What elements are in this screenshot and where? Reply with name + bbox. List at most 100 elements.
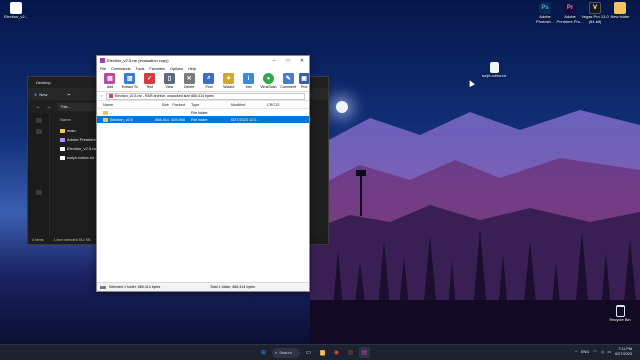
task-view-icon: ▭ bbox=[305, 350, 312, 356]
folder-icon bbox=[614, 2, 626, 14]
document-icon bbox=[10, 2, 22, 14]
find-icon: ⌕ bbox=[203, 73, 215, 84]
menu-commands[interactable]: Commands bbox=[111, 67, 130, 71]
extract-to-button[interactable]: ▥ Extract To bbox=[121, 73, 139, 89]
taskbar-search[interactable]: ⌕ Search bbox=[272, 347, 300, 358]
delete-icon: ✕ bbox=[183, 73, 195, 84]
info-button[interactable]: i Info bbox=[240, 73, 258, 89]
archive-icon bbox=[60, 146, 65, 151]
add-button[interactable]: ▤ Add bbox=[101, 73, 119, 89]
desktop-icon-new-folder[interactable]: New folder bbox=[606, 2, 634, 20]
premiere-icon: Pr bbox=[564, 2, 576, 14]
chrome-icon: ◉ bbox=[333, 350, 340, 356]
text-file-icon bbox=[60, 155, 65, 160]
clock[interactable]: 7:11 PM 6/27/2023 bbox=[615, 347, 632, 356]
view-button[interactable]: ▯ View bbox=[160, 73, 178, 89]
desktop-icon-photoshop[interactable]: Ps Adobe Photosh... bbox=[531, 2, 559, 24]
column-header-name[interactable]: Name bbox=[97, 103, 149, 107]
minimize-icon[interactable]: – bbox=[267, 56, 281, 65]
winrar-file-list: .. File folder Election_v2.5 665,414 525… bbox=[97, 109, 309, 263]
add-icon: ▤ bbox=[104, 73, 116, 84]
winrar-path-bar: ↑ Election_v2.5.rar - RAR archive, unpac… bbox=[97, 92, 309, 101]
new-button[interactable]: ⊕ New bbox=[34, 92, 47, 97]
cut-icon[interactable]: ✂ bbox=[67, 92, 70, 97]
system-tray: ^ ENG ◠ ◁ ▭ 7:11 PM 6/27/2023 bbox=[575, 347, 632, 356]
explorer-sidebar bbox=[28, 113, 50, 234]
protect-icon: ▣ bbox=[299, 73, 310, 84]
virusscan-icon: ● bbox=[262, 73, 274, 84]
back-arrow-icon[interactable]: ← bbox=[36, 104, 41, 109]
start-button[interactable]: ⊞ bbox=[258, 347, 269, 358]
search-icon: ⌕ bbox=[275, 350, 278, 355]
vegas-icon: V bbox=[589, 2, 601, 14]
volume-icon[interactable]: ◁ bbox=[601, 349, 604, 354]
winrar-icon bbox=[100, 58, 105, 63]
wifi-icon[interactable]: ◠ bbox=[593, 349, 596, 354]
file-explorer-taskbar-button[interactable]: ▆ bbox=[317, 347, 328, 358]
menu-favorites[interactable]: Favorites bbox=[149, 67, 165, 71]
column-header-packed[interactable]: Packed bbox=[171, 103, 187, 107]
explorer-address-bar[interactable]: This... bbox=[57, 102, 97, 111]
text-file-icon bbox=[489, 62, 499, 73]
sidebar-icon[interactable] bbox=[35, 129, 42, 134]
plus-icon: ⊕ bbox=[34, 91, 38, 97]
windows-logo-icon: ⊞ bbox=[260, 350, 267, 356]
winrar-window[interactable]: Election_v2.5.rar (evaluation copy) – □ … bbox=[96, 55, 310, 292]
chrome-taskbar-button[interactable]: ◉ bbox=[331, 347, 342, 358]
archive-icon bbox=[108, 94, 113, 98]
desktop-icon-premiere[interactable]: Pr Adobe Premiere Pro... bbox=[556, 2, 584, 24]
column-header-modified[interactable]: Modified bbox=[229, 103, 265, 107]
comment-icon: ✎ bbox=[282, 73, 294, 84]
delete-button[interactable]: ✕ Delete bbox=[180, 73, 198, 89]
task-view-button[interactable]: ▭ bbox=[303, 347, 314, 358]
desktop-icon-recycle-bin[interactable]: Recycle Bin bbox=[606, 305, 634, 323]
find-button[interactable]: ⌕ Find bbox=[200, 73, 218, 89]
comment-button[interactable]: ✎ Comment bbox=[279, 73, 297, 89]
recorder-taskbar-button[interactable]: ◎ bbox=[345, 347, 356, 358]
winrar-titlebar[interactable]: Election_v2.5.rar (evaluation copy) – □ … bbox=[97, 56, 309, 65]
winrar-status-bar: Selected 1 folder, 665,414 bytes Total 1… bbox=[97, 282, 309, 291]
wizard-button[interactable]: ✦ Wizard bbox=[220, 73, 238, 89]
explorer-title: Desktop bbox=[36, 80, 51, 85]
archive-path-field[interactable]: Election_v2.5.rar - RAR archive, unpacke… bbox=[105, 92, 305, 100]
menu-options[interactable]: Options bbox=[170, 67, 183, 71]
table-row-selected[interactable]: Election_v2.5 665,414 525,960 File folde… bbox=[97, 116, 309, 123]
language-indicator[interactable]: ENG bbox=[581, 350, 589, 354]
column-header-crc[interactable]: CRC32 bbox=[265, 103, 295, 107]
parent-folder-icon bbox=[103, 110, 108, 115]
protect-button[interactable]: ▣ Prot bbox=[299, 73, 310, 89]
sidebar-icon[interactable] bbox=[35, 118, 42, 123]
wizard-icon: ✦ bbox=[223, 73, 235, 84]
desktop-icon-vegas[interactable]: V Vegas Pro 13.0 (64-bit) bbox=[581, 2, 609, 24]
folder-icon: ▆ bbox=[320, 350, 325, 356]
test-button[interactable]: ✓ Test bbox=[141, 73, 159, 89]
battery-icon[interactable]: ▭ bbox=[608, 349, 612, 354]
test-icon: ✓ bbox=[144, 73, 156, 84]
winrar-title: Election_v2.5.rar (evaluation copy) bbox=[107, 58, 169, 63]
info-icon: i bbox=[243, 73, 255, 84]
table-row[interactable]: .. File folder bbox=[97, 109, 309, 116]
chevron-up-icon[interactable]: ^ bbox=[575, 350, 577, 354]
forward-arrow-icon[interactable]: → bbox=[47, 104, 52, 109]
winrar-taskbar-button[interactable]: ▤ bbox=[359, 347, 370, 358]
close-icon[interactable]: ✕ bbox=[295, 56, 309, 65]
menu-help[interactable]: Help bbox=[188, 67, 196, 71]
recycle-bin-icon bbox=[615, 305, 625, 317]
column-header-size[interactable]: Size bbox=[149, 103, 171, 107]
up-folder-icon[interactable]: ↑ bbox=[101, 94, 103, 98]
winrar-column-headers: Name Size Packed Type Modified CRC32 bbox=[97, 101, 309, 109]
desktop-icon-script[interactable]: script-roblox.txt bbox=[480, 62, 508, 79]
winrar-toolbar: ▤ Add ▥ Extract To ✓ Test ▯ View ✕ Delete ⌕ Fi… bbox=[97, 72, 310, 92]
app-icon bbox=[60, 137, 65, 142]
view-icon: ▯ bbox=[163, 73, 175, 84]
column-header-type[interactable]: Type bbox=[187, 103, 229, 107]
desktop-icon-election[interactable]: Election_v2... bbox=[2, 2, 30, 20]
sidebar-icon[interactable] bbox=[35, 190, 42, 195]
taskbar: ⊞ ⌕ Search ▭ ▆ ◉ ◎ ▤ ^ ENG ◠ ◁ ▭ 7:11 PM… bbox=[0, 344, 640, 360]
maximize-icon[interactable]: □ bbox=[281, 56, 295, 65]
menu-file[interactable]: File bbox=[100, 67, 106, 71]
winrar-icon: ▤ bbox=[361, 350, 368, 356]
extract-icon: ▥ bbox=[124, 73, 136, 84]
virusscan-button[interactable]: ● VirusScan bbox=[260, 73, 278, 89]
menu-tools[interactable]: Tools bbox=[136, 67, 145, 71]
